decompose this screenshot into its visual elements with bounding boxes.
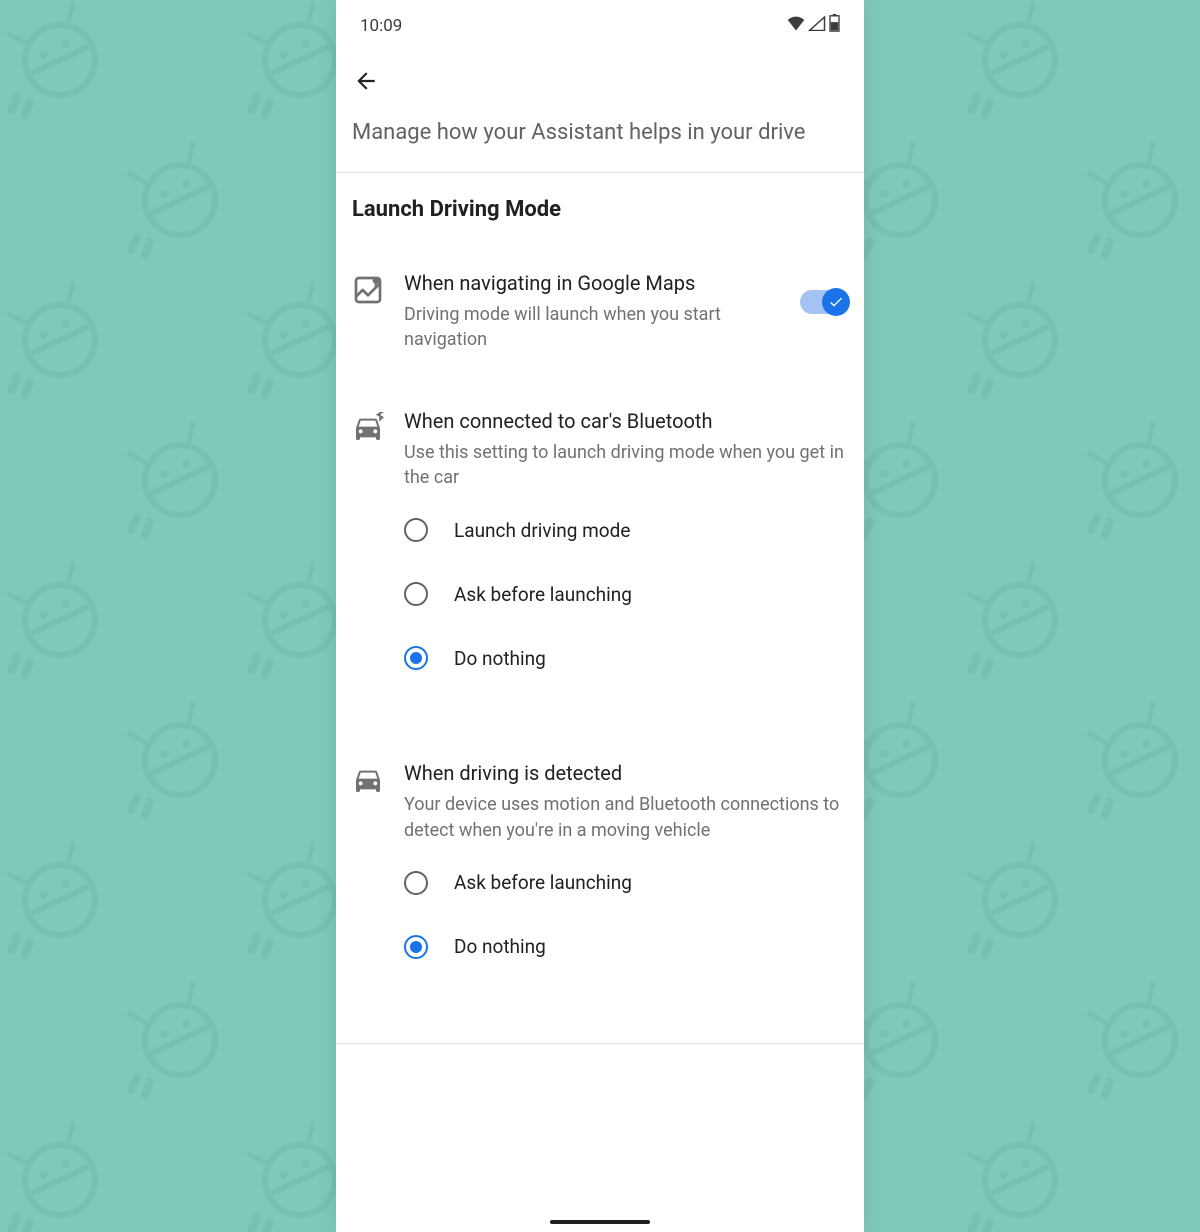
toggle-thumb [822,288,850,316]
radio-option-nothing[interactable]: Do nothing [404,626,848,690]
setting-detected-desc: Your device uses motion and Bluetooth co… [404,792,848,842]
page-subtitle: Manage how your Assistant helps in your … [352,119,848,148]
car-bluetooth-icon [352,412,384,444]
radio-label: Do nothing [454,647,546,670]
setting-maps: When navigating in Google Maps Driving m… [352,270,848,352]
check-icon [828,294,844,310]
setting-detected: When driving is detected Your device use… [352,760,848,842]
radio-option-nothing[interactable]: Do nothing [404,915,848,979]
setting-bluetooth-desc: Use this setting to launch driving mode … [404,440,848,490]
map-pin-icon [352,274,384,306]
radio-button [404,518,428,542]
arrow-back-icon [353,68,379,94]
radio-button [404,582,428,606]
phone-screen: 10:09 Manage how your Assistant helps in… [336,0,864,1232]
setting-bluetooth-title: When connected to car's Bluetooth [404,408,848,434]
radio-label: Ask before launching [454,871,632,894]
radio-button [404,935,428,959]
status-time: 10:09 [360,16,402,36]
radio-label: Do nothing [454,935,546,958]
home-indicator[interactable] [550,1220,650,1224]
content: Launch Driving Mode When navigating in G… [336,173,864,1023]
status-icons [787,14,840,37]
radio-label: Ask before launching [454,583,632,606]
setting-maps-title: When navigating in Google Maps [404,270,780,296]
radio-option-launch[interactable]: Launch driving mode [404,498,848,562]
setting-detected-title: When driving is detected [404,760,848,786]
setting-maps-desc: Driving mode will launch when you start … [404,302,780,352]
radio-button [404,871,428,895]
section-title: Launch Driving Mode [352,197,848,222]
maps-toggle[interactable] [800,290,848,314]
car-icon [352,764,384,796]
battery-icon [829,14,840,37]
bluetooth-radio-group: Launch driving mode Ask before launching… [352,498,848,690]
radio-option-ask[interactable]: Ask before launching [404,562,848,626]
bottom-divider [336,1043,864,1044]
status-bar: 10:09 [336,0,864,47]
radio-button [404,646,428,670]
setting-bluetooth: When connected to car's Bluetooth Use th… [352,408,848,490]
back-button[interactable] [352,67,380,95]
wifi-icon [787,15,805,36]
radio-option-ask[interactable]: Ask before launching [404,851,848,915]
detected-radio-group: Ask before launching Do nothing [352,851,848,979]
radio-label: Launch driving mode [454,519,630,542]
signal-icon [808,15,826,36]
header: Manage how your Assistant helps in your … [336,47,864,172]
